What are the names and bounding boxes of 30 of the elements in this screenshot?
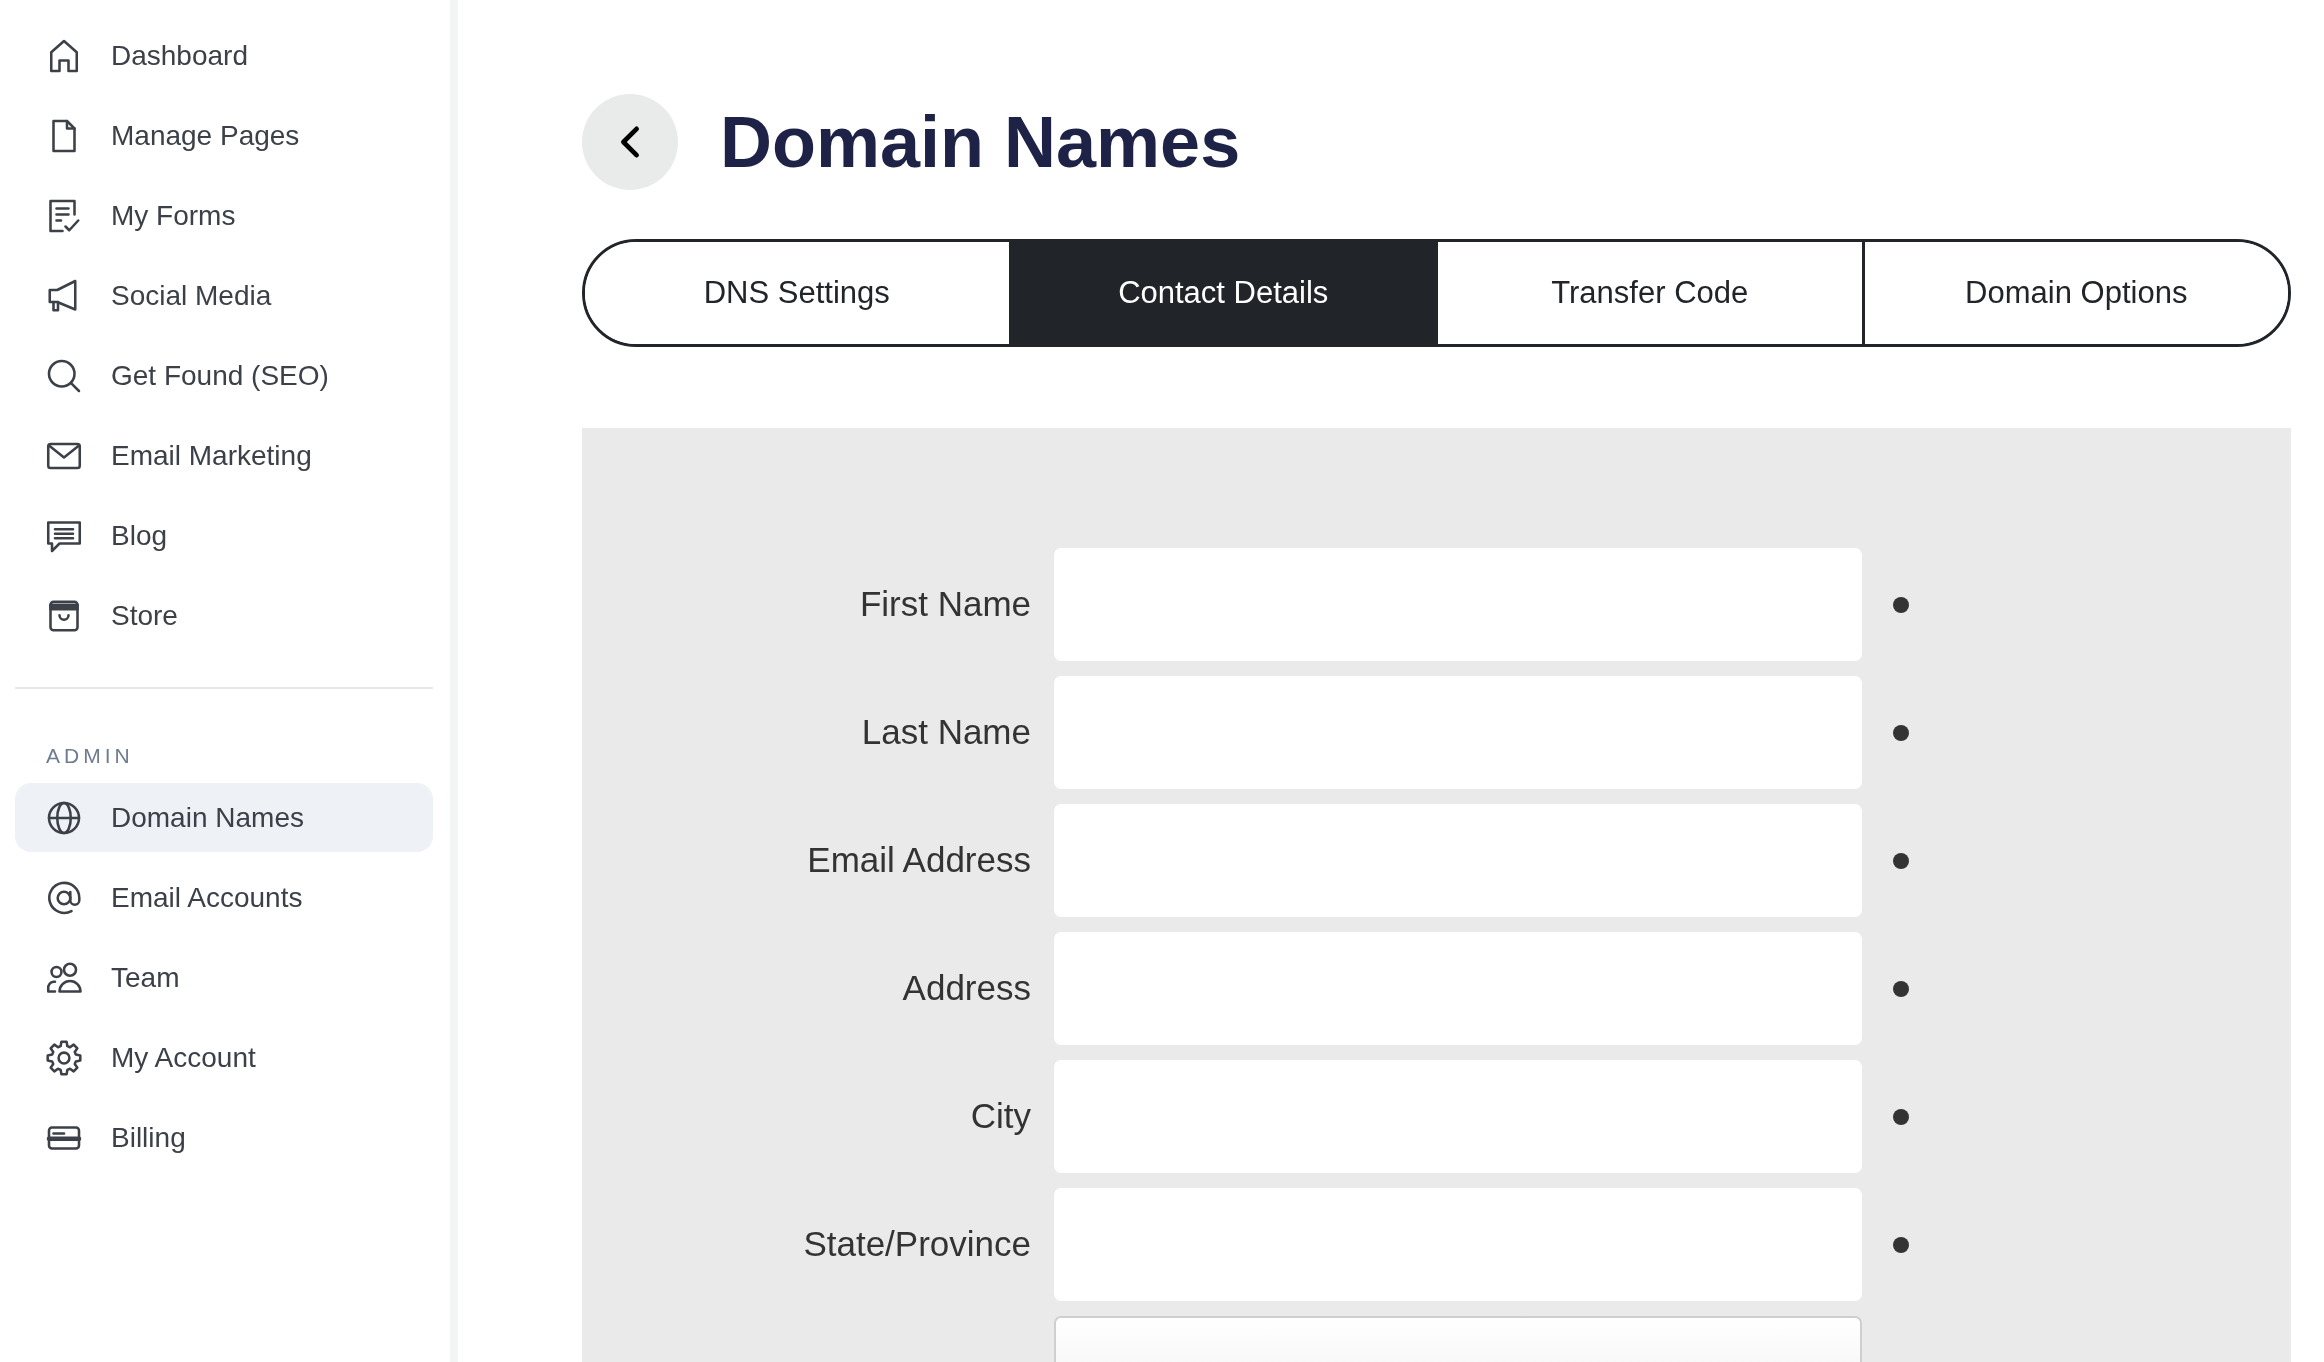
sidebar-item[interactable]: Email Accounts bbox=[15, 863, 433, 932]
sidebar-item[interactable]: Team bbox=[15, 943, 433, 1012]
sidebar-item[interactable]: Billing bbox=[15, 1103, 433, 1172]
search-icon bbox=[46, 357, 82, 394]
at-sign-icon bbox=[46, 879, 82, 916]
sidebar-item[interactable]: Blog bbox=[15, 501, 433, 570]
sidebar-item[interactable]: Manage Pages bbox=[15, 101, 433, 170]
field-label: Address bbox=[901, 967, 1032, 1010]
page-title: Domain Names bbox=[720, 106, 1241, 178]
field-label: First Name bbox=[858, 583, 1032, 626]
tab[interactable]: Domain Options bbox=[1861, 242, 2288, 344]
field-label: Email Address bbox=[806, 839, 1032, 882]
sidebar-item[interactable]: Dashboard bbox=[15, 21, 433, 90]
sidebar-item[interactable]: Email Marketing bbox=[15, 421, 433, 490]
sidebar-item[interactable]: Social Media bbox=[15, 261, 433, 330]
sidebar-item[interactable]: My Forms bbox=[15, 181, 433, 250]
checklist-icon bbox=[46, 197, 82, 234]
sidebar-item[interactable]: Domain Names bbox=[15, 783, 433, 852]
sidebar-item[interactable]: Get Found (SEO) bbox=[15, 341, 433, 410]
sidebar-item[interactable]: Store bbox=[15, 581, 433, 650]
tab[interactable]: Contact Details bbox=[1008, 242, 1435, 344]
sidebar-item[interactable]: My Account bbox=[15, 1023, 433, 1092]
field-label: Last Name bbox=[860, 711, 1032, 754]
globe-icon bbox=[46, 799, 82, 836]
field-label: City bbox=[969, 1095, 1032, 1138]
chevron-left-icon bbox=[619, 124, 641, 160]
section-heading: ADMIN bbox=[46, 743, 135, 769]
field-label: State/Province bbox=[802, 1223, 1032, 1266]
shopping-bag-icon bbox=[46, 597, 82, 634]
settings-icon bbox=[46, 1039, 82, 1076]
